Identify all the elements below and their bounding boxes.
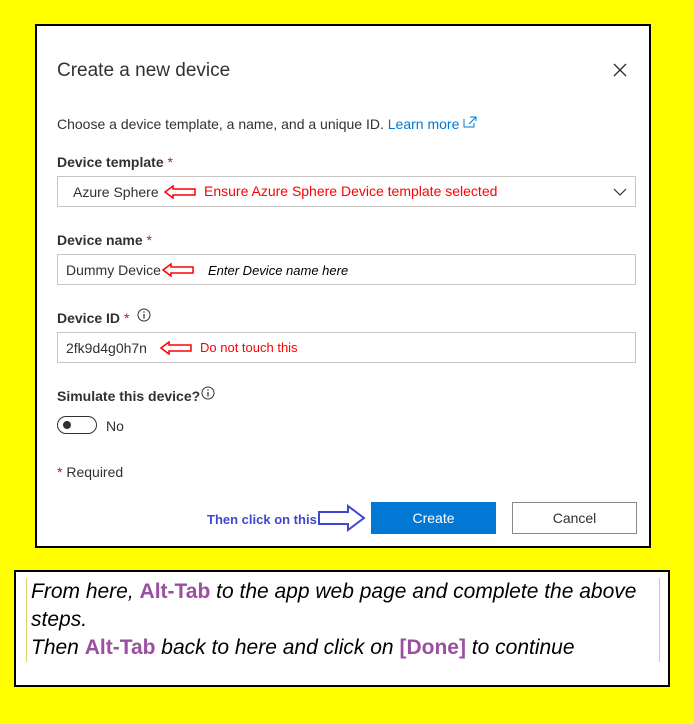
- instructions-text: From here, Alt-Tab to the app web page a…: [26, 578, 660, 662]
- template-label-text: Device template: [57, 154, 164, 170]
- alt-tab-highlight: Alt-Tab: [84, 636, 156, 659]
- device-id-input[interactable]: 2fk9d4g0h7n Do not touch this: [57, 332, 636, 363]
- required-star: *: [146, 232, 152, 248]
- info-icon[interactable]: [137, 308, 151, 322]
- click-annotation: Then click on this: [207, 512, 317, 527]
- arrow-right-icon: [318, 504, 366, 532]
- simulate-toggle[interactable]: [57, 416, 97, 434]
- device-name-input[interactable]: Dummy Device Enter Device name here: [57, 254, 636, 285]
- arrow-left-icon: [162, 263, 194, 277]
- arrow-left-icon: [164, 185, 196, 199]
- toggle-state: No: [106, 418, 124, 434]
- instr-line2-b: back to here and click on: [155, 636, 400, 659]
- id-value: 2fk9d4g0h7n: [66, 340, 147, 356]
- template-value: Azure Sphere: [73, 184, 159, 200]
- template-label: Device template *: [57, 154, 173, 170]
- required-note: * Required: [57, 464, 123, 480]
- instr-line2-a: Then: [31, 636, 85, 659]
- create-button[interactable]: Create: [371, 502, 496, 534]
- required-star: *: [123, 310, 130, 326]
- create-device-dialog: Create a new device Choose a device temp…: [35, 24, 651, 548]
- toggle-knob: [63, 421, 71, 429]
- simulate-label: Simulate this device?: [57, 388, 201, 404]
- dialog-title: Create a new device: [57, 60, 231, 81]
- device-template-dropdown[interactable]: Azure Sphere Ensure Azure Sphere Device …: [57, 176, 636, 207]
- instructions-box: From here, Alt-Tab to the app web page a…: [14, 570, 670, 687]
- close-icon[interactable]: [608, 58, 632, 82]
- external-link-icon: [463, 116, 477, 128]
- name-label-text: Device name: [57, 232, 143, 248]
- name-value: Dummy Device: [66, 262, 161, 278]
- chevron-down-icon: [613, 188, 627, 196]
- instr-line1-a: From here,: [31, 580, 140, 603]
- template-annotation: Ensure Azure Sphere Device template sele…: [204, 183, 498, 199]
- id-label-text: Device ID: [57, 310, 121, 326]
- id-label: Device ID *: [57, 310, 129, 326]
- required-note-text: Required: [66, 464, 124, 480]
- learn-more-text: Learn more: [387, 116, 460, 132]
- done-highlight: [Done]: [399, 636, 466, 659]
- name-annotation: Enter Device name here: [208, 263, 349, 278]
- dialog-subtitle: Choose a device template, a name, and a …: [57, 116, 477, 132]
- learn-more-link[interactable]: Learn more: [388, 116, 477, 132]
- instr-line2-c: to continue: [465, 636, 575, 659]
- cancel-button[interactable]: Cancel: [512, 502, 637, 534]
- required-star: *: [167, 154, 173, 170]
- name-label: Device name *: [57, 232, 152, 248]
- id-annotation: Do not touch this: [200, 340, 298, 355]
- subtitle-text: Choose a device template, a name, and a …: [57, 116, 384, 132]
- info-icon[interactable]: [201, 386, 215, 400]
- arrow-left-icon: [160, 341, 192, 355]
- required-star: *: [57, 464, 63, 480]
- alt-tab-highlight: Alt-Tab: [139, 580, 211, 603]
